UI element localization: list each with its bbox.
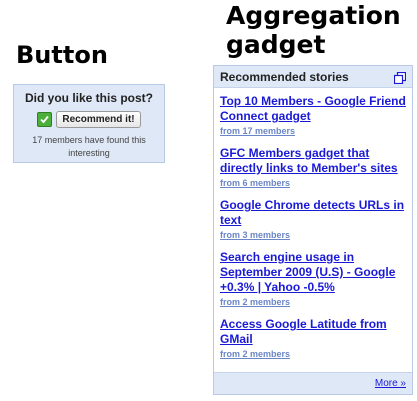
list-item: Search engine usage in September 2009 (U… xyxy=(220,250,406,308)
button-heading: Button xyxy=(16,41,108,69)
story-link[interactable]: Top 10 Members - Google Friend Connect g… xyxy=(220,94,406,124)
story-link[interactable]: GFC Members gadget that directly links t… xyxy=(220,146,406,176)
more-link[interactable]: More » xyxy=(375,378,406,389)
recommend-row: Recommend it! xyxy=(14,111,164,128)
list-item: Access Google Latitude from GMail from 2… xyxy=(220,317,406,360)
aggregation-gadget: Recommended stories Top 10 Members - Goo… xyxy=(213,65,413,395)
popout-icon[interactable] xyxy=(393,71,407,84)
story-link[interactable]: Access Google Latitude from GMail xyxy=(220,317,406,347)
check-icon xyxy=(37,112,53,127)
gadget-heading: Aggregation gadget xyxy=(226,1,401,59)
story-members-link[interactable]: from 2 members xyxy=(220,349,406,360)
gadget-title: Recommended stories xyxy=(220,69,349,84)
story-list: Top 10 Members - Google Friend Connect g… xyxy=(214,88,412,360)
recommend-widget: Did you like this post? Recommend it! 17… xyxy=(13,84,165,163)
story-members-link[interactable]: from 17 members xyxy=(220,126,406,137)
gadget-footer: More » xyxy=(214,372,412,394)
story-link[interactable]: Google Chrome detects URLs in text xyxy=(220,198,406,228)
recommend-count-text: 17 members have found this interesting xyxy=(32,135,146,158)
list-item: GFC Members gadget that directly links t… xyxy=(220,146,406,189)
list-item: Google Chrome detects URLs in text from … xyxy=(220,198,406,241)
story-members-link[interactable]: from 3 members xyxy=(220,230,406,241)
check-mark-icon xyxy=(40,115,50,124)
list-item: Top 10 Members - Google Friend Connect g… xyxy=(220,94,406,137)
story-members-link[interactable]: from 2 members xyxy=(220,297,406,308)
story-members-link[interactable]: from 6 members xyxy=(220,178,406,189)
recommend-button[interactable]: Recommend it! xyxy=(56,111,141,128)
gadget-header: Recommended stories xyxy=(214,66,412,88)
story-link[interactable]: Search engine usage in September 2009 (U… xyxy=(220,250,406,295)
recommend-question: Did you like this post? xyxy=(24,91,153,105)
